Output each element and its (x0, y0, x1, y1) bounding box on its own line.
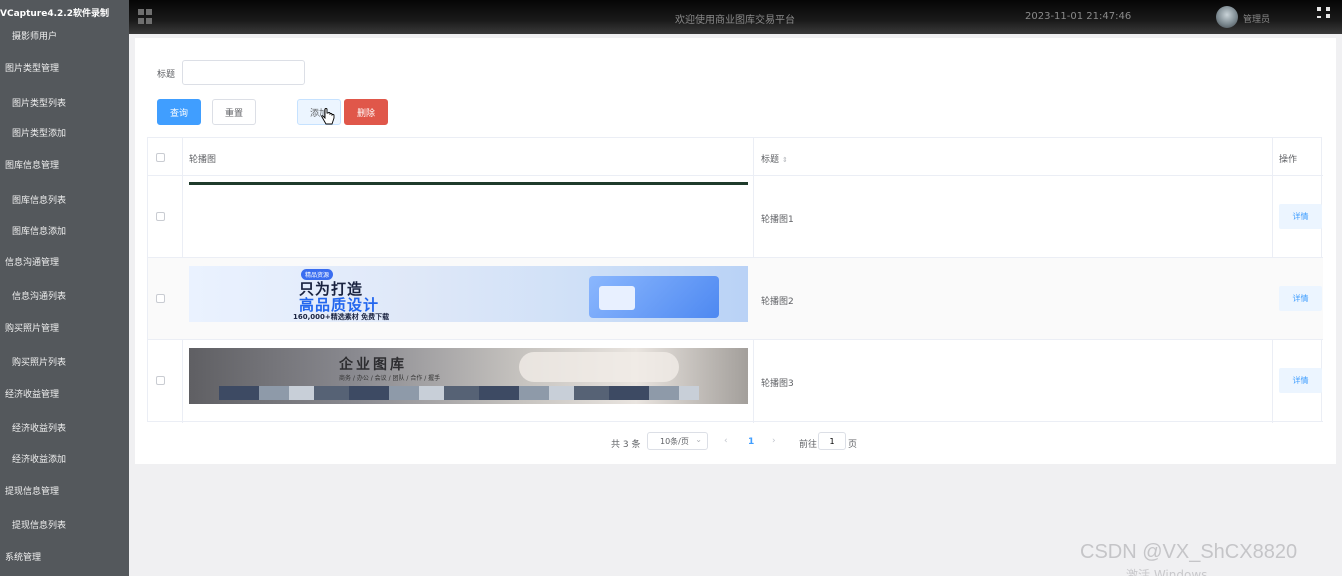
page-number[interactable]: 1 (748, 437, 754, 447)
page-size-value: 10条/页 (660, 437, 689, 446)
column-header-ops: 操作 (1279, 155, 1298, 165)
sidebar-item-purchase-list[interactable]: 购买照片列表 (12, 355, 66, 368)
data-table: 轮播图 标题 ⇕ 操作 轮播图1 详情 精品资源 只为打造 高品质设计 160,0… (147, 137, 1323, 423)
pagination-total: 共 3 条 (611, 440, 641, 450)
next-page-icon[interactable]: › (772, 436, 776, 446)
sort-icon[interactable]: ⇕ (782, 156, 788, 164)
select-all-checkbox[interactable] (156, 153, 165, 162)
title-filter-input[interactable] (182, 60, 305, 85)
page-title: 欢迎使用商业图库交易平台 (675, 15, 795, 26)
delete-button[interactable]: 删除 (344, 99, 388, 125)
banner-photo-strip (219, 386, 699, 400)
row-title: 轮播图2 (761, 297, 794, 307)
table-row: 企业图库 商务 / 办公 / 会议 / 团队 / 合作 / 握手 轮播图3 详情 (148, 340, 1323, 422)
column-header-image: 轮播图 (189, 155, 217, 165)
detail-button[interactable]: 详情 (1279, 286, 1322, 311)
sidebar-group-gallery-info[interactable]: 图库信息管理 (5, 158, 59, 171)
detail-button[interactable]: 详情 (1279, 204, 1322, 229)
sidebar-group-communication[interactable]: 信息沟通管理 (5, 255, 59, 268)
sidebar-item-communication-list[interactable]: 信息沟通列表 (12, 289, 66, 302)
row-checkbox[interactable] (156, 212, 165, 221)
row-title: 轮播图1 (761, 215, 794, 225)
sidebar-item-photographer-users[interactable]: 摄影师用户 (12, 29, 57, 42)
table-header (148, 138, 1323, 176)
banner-headline: 企业图库 (339, 357, 407, 373)
title-filter-label: 标题 (157, 70, 176, 80)
column-header-title[interactable]: 标题 ⇕ (761, 152, 788, 165)
user-name[interactable]: 管理员 (1243, 12, 1270, 25)
sidebar-item-earnings-add[interactable]: 经济收益添加 (12, 452, 66, 465)
sidebar-item-gallery-info-add[interactable]: 图库信息添加 (12, 224, 66, 237)
capture-label: VCapture4.2.2软件录制 (0, 9, 109, 19)
row-checkbox[interactable] (156, 376, 165, 385)
carousel-image: 精品资源 只为打造 高品质设计 160,000+精选素材 免费下载 (189, 266, 748, 322)
page-suffix: 页 (848, 440, 858, 450)
banner-graphic-inner (599, 286, 635, 310)
page-size-select[interactable]: 10条/页 ⌄ (647, 432, 708, 450)
menu-toggle-icon[interactable] (138, 9, 153, 24)
column-header-title-label: 标题 (761, 155, 780, 165)
sidebar-group-earnings[interactable]: 经济收益管理 (5, 387, 59, 400)
carousel-image: 企业图库 商务 / 办公 / 会议 / 团队 / 合作 / 握手 (189, 348, 748, 404)
reset-button[interactable]: 重置 (212, 99, 256, 125)
sidebar-group-purchase[interactable]: 购买照片管理 (5, 321, 59, 334)
query-button[interactable]: 查询 (157, 99, 201, 125)
datetime: 2023-11-01 21:47:46 (1025, 11, 1132, 22)
banner-photo (519, 352, 679, 382)
sidebar-item-withdraw-list[interactable]: 提现信息列表 (12, 518, 66, 531)
sidebar-item-image-type-list[interactable]: 图片类型列表 (12, 96, 66, 109)
sidebar: VCapture4.2.2软件录制 摄影师用户 图片类型管理 图片类型列表 图片… (0, 0, 129, 576)
hand-cursor-icon (321, 108, 335, 125)
avatar[interactable] (1216, 6, 1238, 28)
banner-caption: 商务 / 办公 / 会议 / 团队 / 合作 / 握手 (339, 375, 441, 382)
carousel-image (189, 182, 748, 185)
row-title: 轮播图3 (761, 379, 794, 389)
sidebar-group-withdraw[interactable]: 提现信息管理 (5, 484, 59, 497)
goto-label: 前往 (799, 440, 818, 450)
fullscreen-icon[interactable] (1317, 7, 1330, 20)
banner-caption: 160,000+精选素材 免费下载 (293, 313, 390, 321)
detail-button[interactable]: 详情 (1279, 368, 1322, 393)
main-card: 标题 查询 重置 添加 删除 轮播图 标题⇕ 操作 轮播图1 详情 精品资源 (135, 38, 1336, 464)
table-row: 轮播图1 详情 (148, 176, 1323, 258)
table-row: 精品资源 只为打造 高品质设计 160,000+精选素材 免费下载 轮播图2 详… (148, 258, 1323, 340)
sidebar-item-earnings-list[interactable]: 经济收益列表 (12, 421, 66, 434)
windows-activation-watermark: 激活 Windows (1126, 568, 1208, 576)
sidebar-item-gallery-info-list[interactable]: 图库信息列表 (12, 193, 66, 206)
prev-page-icon[interactable]: ‹ (724, 436, 728, 446)
sidebar-item-image-type-add[interactable]: 图片类型添加 (12, 126, 66, 139)
top-bar: 欢迎使用商业图库交易平台 2023-11-01 21:47:46 管理员 (129, 0, 1342, 34)
csdn-watermark: CSDN @VX_ShCX8820 (1080, 541, 1298, 563)
pagination: 共 3 条 10条/页 ⌄ ‹ 1 › 前往 页 (135, 432, 1336, 454)
sidebar-group-system[interactable]: 系统管理 (5, 550, 41, 563)
row-checkbox[interactable] (156, 294, 165, 303)
goto-page-input[interactable] (818, 432, 846, 450)
chevron-down-icon: ⌄ (695, 435, 702, 444)
sidebar-group-image-type[interactable]: 图片类型管理 (5, 61, 59, 74)
